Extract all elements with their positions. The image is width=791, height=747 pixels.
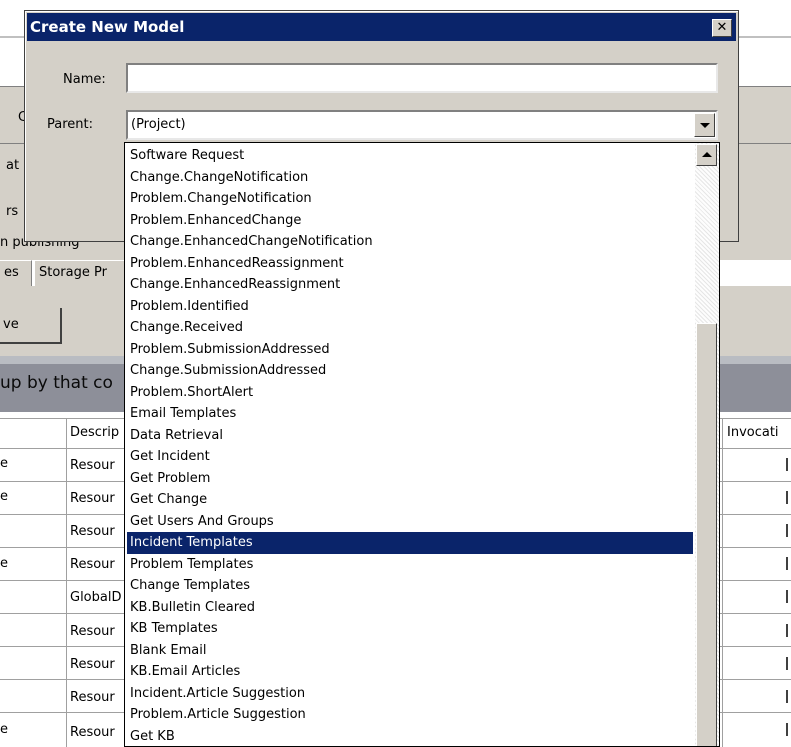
dropdown-option[interactable]: Data Retrieval [127, 425, 693, 447]
dropdown-option[interactable]: Get Users And Groups [127, 511, 693, 533]
parent-select[interactable]: (Project) [126, 110, 718, 140]
dialog-title: Create New Model [30, 18, 185, 36]
tab-storage[interactable]: Storage Pr [34, 260, 126, 286]
dialog-titlebar[interactable]: Create New Model ✕ [27, 13, 736, 41]
dropdown-option[interactable]: Get Problem [127, 468, 693, 490]
table-cell[interactable]: Resour [70, 491, 115, 506]
remove-button[interactable]: ve [0, 308, 62, 344]
dropdown-option[interactable]: Incident.Article Suggestion [127, 683, 693, 705]
table-cell[interactable]: Resour [70, 458, 115, 473]
dropdown-option[interactable]: Problem.Identified [127, 296, 693, 318]
dropdown-option[interactable]: Change Templates [127, 575, 693, 597]
table-cell[interactable]: e [0, 456, 8, 471]
dropdown-option[interactable]: Change.Received [127, 317, 693, 339]
dropdown-option[interactable]: KB.Email Articles [127, 661, 693, 683]
invocation-cell-marker [786, 723, 788, 736]
name-field[interactable] [126, 63, 718, 93]
dropdown-option[interactable]: Blank Email [127, 640, 693, 662]
chevron-down-icon [700, 123, 710, 128]
table-cell[interactable]: Resour [70, 624, 115, 639]
scroll-thumb[interactable] [696, 323, 717, 746]
dropdown-option[interactable]: Problem.SubmissionAddressed [127, 339, 693, 361]
dropdown-option[interactable]: Get KB [127, 726, 693, 747]
table-cell[interactable]: Resour [70, 524, 115, 539]
parent-dropdown-button[interactable] [694, 113, 715, 137]
dropdown-option[interactable]: Problem Templates [127, 554, 693, 576]
table-cell[interactable]: Resour [70, 690, 115, 705]
dropdown-options: Software Request Change.ChangeNotificatio… [127, 145, 693, 747]
parent-select-value: (Project) [131, 117, 186, 132]
grid-col-divider [722, 418, 723, 747]
arrow-up-icon [702, 152, 712, 157]
field-label-at: at [6, 158, 20, 173]
tab-es-label: es [4, 265, 19, 280]
invocation-cell-marker [786, 590, 788, 603]
dropdown-option[interactable]: Software Request [127, 145, 693, 167]
col-header-invocation[interactable]: Invocati [727, 425, 779, 440]
dropdown-option[interactable]: Email Templates [127, 403, 693, 425]
col-header-descrip[interactable]: Descrip [70, 425, 119, 440]
close-icon[interactable]: ✕ [712, 19, 732, 37]
dropdown-option[interactable]: Problem.EnhancedReassignment [127, 253, 693, 275]
scroll-up-button[interactable] [696, 144, 717, 166]
invocation-cell-marker [786, 557, 788, 570]
table-cell[interactable]: e [0, 556, 8, 571]
invocation-cell-marker [786, 524, 788, 537]
dropdown-option[interactable]: KB Templates [127, 618, 693, 640]
dropdown-option[interactable]: Change.ChangeNotification [127, 167, 693, 189]
table-cell[interactable]: Resour [70, 725, 115, 740]
table-cell[interactable]: e [0, 722, 8, 737]
dropdown-option[interactable]: KB.Bulletin Cleared [127, 597, 693, 619]
group-by-hint: up by that co [0, 373, 113, 393]
table-cell[interactable]: GlobalD [70, 590, 121, 605]
dropdown-option[interactable]: Problem.ShortAlert [127, 382, 693, 404]
invocation-cell-marker [786, 491, 788, 504]
invocation-cell-marker [786, 624, 788, 637]
remove-button-label: ve [3, 317, 19, 332]
dropdown-option[interactable]: Change.EnhancedReassignment [127, 274, 693, 296]
dropdown-option[interactable]: Problem.EnhancedChange [127, 210, 693, 232]
dropdown-option[interactable]: Problem.ChangeNotification [127, 188, 693, 210]
dropdown-scrollbar[interactable] [695, 143, 719, 746]
dropdown-option[interactable]: Get Incident [127, 446, 693, 468]
dropdown-option[interactable]: Change.SubmissionAddressed [127, 360, 693, 382]
table-cell[interactable]: Resour [70, 657, 115, 672]
dropdown-option[interactable]: Incident Templates [127, 532, 693, 554]
name-label: Name: [63, 72, 106, 87]
invocation-cell-marker [786, 458, 788, 471]
table-cell[interactable]: Resour [70, 557, 115, 572]
invocation-cell-marker [786, 657, 788, 670]
field-label-rs: rs [6, 204, 19, 219]
dropdown-option[interactable]: Problem.Article Suggestion [127, 704, 693, 726]
table-cell[interactable]: e [0, 489, 8, 504]
invocation-cell-marker [786, 690, 788, 703]
grid-col-divider [66, 418, 67, 747]
tab-storage-label: Storage Pr [39, 265, 107, 280]
dropdown-option[interactable]: Change.EnhancedChangeNotification [127, 231, 693, 253]
tab-es[interactable]: es [0, 260, 32, 286]
parent-dropdown-list[interactable]: Software Request Change.ChangeNotificatio… [124, 142, 720, 747]
parent-label: Parent: [47, 117, 93, 132]
dropdown-option[interactable]: Get Change [127, 489, 693, 511]
